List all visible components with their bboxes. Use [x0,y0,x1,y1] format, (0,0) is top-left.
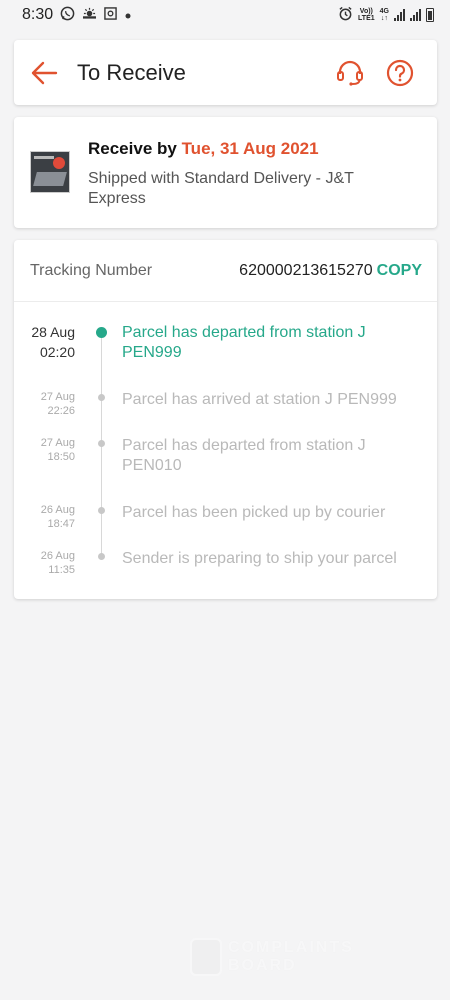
weather-icon [82,7,97,24]
network-type-icon: 4G ↓↑ [380,8,389,22]
copy-button[interactable]: COPY [377,262,422,280]
net-top: 4G [379,8,389,15]
arrow-left-icon [31,61,58,84]
tracking-number: 620000213615270 [239,261,373,279]
status-time: 8:30 [22,6,54,23]
receive-date: Tue, 31 Aug 2021 [181,139,319,158]
tracking-card: Tracking Number 620000213615270 COPY 28 … [14,240,437,599]
volte-top: Vo)) [359,8,373,15]
status-left: 8:30 [22,6,132,25]
event-text: Parcel has departed from station J PEN99… [122,324,366,361]
event-date: 26 Aug 11:35 [40,550,75,576]
whatsapp-icon [60,6,75,25]
event-dot [96,327,107,338]
event-date: 26 Aug 18:47 [40,504,75,530]
watermark-text: COMPLAINTS BOARD [228,939,354,974]
alarm-icon [338,6,353,25]
app-header: To Receive [14,40,437,105]
event-dot [98,553,105,560]
customer-support-button[interactable] [325,40,375,105]
event-dot [98,394,105,401]
event-text: Parcel has arrived at station J PEN999 [122,391,397,408]
product-thumbnail [30,151,70,193]
event-dot [98,507,105,514]
tracking-number-label: Tracking Number [30,261,153,279]
help-button[interactable] [375,40,425,105]
shipping-method: Shipped with Standard Delivery - J&T Exp… [88,170,354,207]
receive-by-label: Receive by [88,139,182,158]
status-bar: 8:30 Vo)) LTE1 4G ↓↑ [0,0,450,30]
dot-icon [124,7,132,24]
volte-icon: Vo)) LTE1 [358,8,375,22]
back-button[interactable] [14,40,74,105]
status-right: Vo)) LTE1 4G ↓↑ [338,6,434,25]
event-text: Parcel has departed from station J PEN01… [122,437,366,474]
event-text: Parcel has been picked up by courier [122,504,386,521]
receive-by-line: Receive by Tue, 31 Aug 2021 [88,139,319,159]
event-date: 27 Aug 18:50 [40,437,75,463]
event-dot [98,440,105,447]
headset-icon [337,60,363,86]
watermark-logo: COMPLAINTS BOARD [190,938,354,976]
question-circle-icon [386,59,414,86]
screenshot-icon [104,6,117,24]
net-bottom: ↓↑ [380,15,388,22]
signal-2-icon [410,9,421,21]
event-date: 27 Aug 22:26 [40,391,75,417]
event-date: 28 Aug 02:20 [31,324,75,360]
volte-bottom: LTE1 [358,15,375,22]
battery-icon [426,8,434,22]
page-title: To Receive [77,59,186,85]
delivery-card: Receive by Tue, 31 Aug 2021 Shipped with… [14,117,437,228]
signal-icon [394,9,405,21]
event-text: Sender is preparing to ship your parcel [122,550,397,567]
tracking-header: Tracking Number 620000213615270 COPY [14,240,437,302]
shield-icon [190,938,222,976]
